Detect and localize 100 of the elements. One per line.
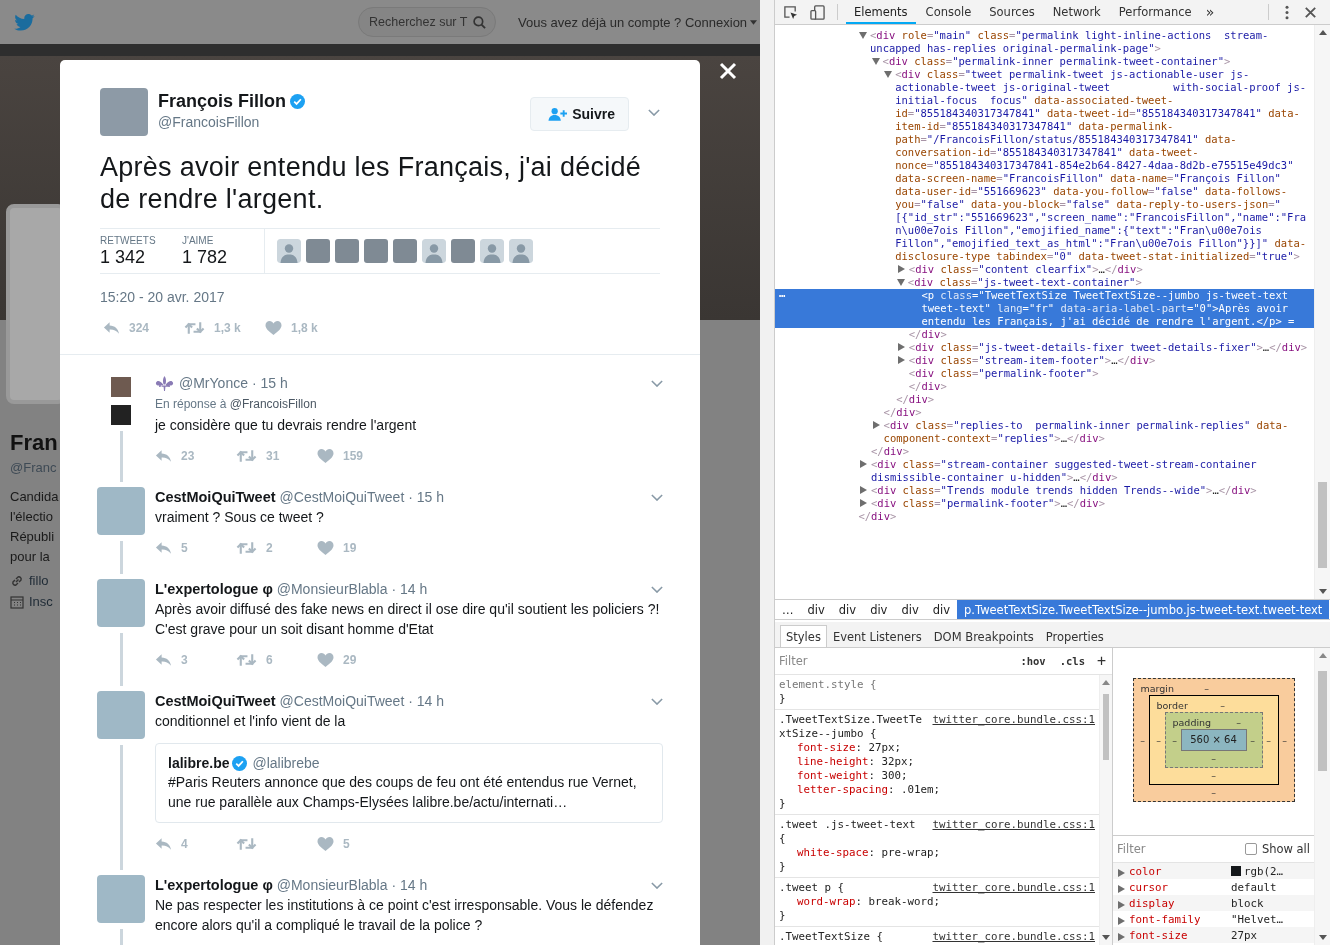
css-property-value[interactable]: : 300; [868, 769, 908, 782]
dom-node-line[interactable]: <div class="permalink-footer"> [775, 367, 1314, 380]
user-silhouette-icon[interactable] [422, 239, 446, 263]
user-handle[interactable]: @CestMoiQuiTweet [279, 693, 405, 709]
dom-node-line[interactable]: <div role="main" class="permalink light-inline-actions stream-uncapped has-replies original-permalink-page"> [775, 29, 1314, 55]
reply-icon[interactable] [103, 321, 120, 335]
tweet-time[interactable]: · 14 h [408, 693, 445, 709]
user-name[interactable]: L'expertologue φ [155, 877, 273, 893]
styles-filter-field[interactable]: Filter [779, 654, 1013, 668]
heart-icon[interactable] [317, 653, 334, 667]
user-photo-placeholder[interactable] [335, 239, 359, 263]
css-property-name[interactable]: white-space [797, 846, 869, 859]
user-name[interactable]: CestMoiQuiTweet [155, 489, 276, 505]
inspect-element-icon[interactable] [783, 4, 798, 20]
css-property-value[interactable]: : break-word; [855, 895, 941, 908]
stat-value[interactable]: 1 782 [182, 246, 264, 268]
color-swatch[interactable] [1231, 866, 1241, 876]
profile-website-link[interactable]: fillo [29, 573, 49, 588]
user-handle[interactable]: @MrYonce [179, 375, 248, 391]
dom-node-line[interactable]: <div class="tweet permalink-tweet js-actionable-user js-actionable-tweet js-original-tweet with-social-proof js-initial-focus focus" data-associated-tweet-id="855184340317347841" data-tweet-id="855184340317347841" data-item-id="855184340317347841" data-permalink-path="/FrancoisFillon/status/855184340317347841" data-conversation-id="855184340317347841" data-tweet-nonce="855184340317347841-854e2b64-8427-4daa-8d2b-e75515e49dc3" data-screen-name="FrancoisFillon" data-name="François Fillon" data-user-id="551669623" data-you-follow="false" data-follows-you="false" data-you-block="false" data-reply-to-users-json="[{"id_str":"551669623","screen_name":"FrancoisFillon","name":"Fran\u00e7ois Fillon","emojified_name":{"text":"Fran\u00e7ois Fillon","emojified_text_as_html":"Fran\u00e7ois Fillon"}}]" data-disclosure-type tabindex="0" data-tweet-stat-initialized="true"> [775, 68, 1314, 263]
breadcrumb-item[interactable]: p.TweetTextSize.TweetTextSize--jumbo.js-tweet-text.tweet-text [957, 600, 1330, 619]
more-tabs-button[interactable]: » [1199, 4, 1221, 20]
class-toggle[interactable]: .cls [1053, 655, 1091, 667]
scroll-down-arrow-icon[interactable] [1102, 935, 1110, 940]
scroll-thumb[interactable] [1318, 671, 1327, 771]
quoted-tweet-card[interactable]: lalibre.be @lalibrebe #Paris Reuters annonce que des coups de feu ont été entendus rue Vernet, une rue parallèle aux Champs-Elysées lalibre.be/actu/internati… [155, 743, 663, 823]
css-property-name[interactable]: line-height [797, 755, 869, 768]
expand-triangle-icon[interactable] [897, 356, 905, 364]
computed-property-name[interactable]: cursor [1129, 880, 1231, 894]
stylesheet-source-link[interactable]: twitter_core.bundle.css:1 [932, 818, 1095, 832]
sidebar-tab[interactable]: DOM Breakpoints [927, 625, 1040, 647]
chevron-down-icon[interactable] [648, 109, 660, 116]
chevron-down-icon[interactable] [651, 379, 663, 387]
scroll-up-arrow-icon[interactable] [1318, 653, 1327, 658]
scrollbar[interactable] [1314, 25, 1330, 599]
breadcrumb-item[interactable]: … [775, 600, 801, 619]
dom-node-line[interactable]: <div class="stream-item-footer">…</div> [775, 354, 1314, 367]
scroll-thumb[interactable] [1103, 694, 1109, 760]
retweet-icon[interactable] [184, 321, 205, 335]
search-field[interactable]: Recherchez sur T [358, 7, 496, 37]
sidebar-tab[interactable]: Properties [1039, 625, 1110, 647]
reply-icon[interactable] [155, 541, 172, 555]
user-silhouette-icon[interactable] [480, 239, 504, 263]
user-handle[interactable]: @CestMoiQuiTweet [279, 489, 405, 505]
login-dropdown[interactable]: Vous avez déjà un compte ? Connexion [518, 14, 758, 30]
reply-icon[interactable] [155, 653, 172, 667]
follow-button[interactable]: Suivre [530, 97, 629, 131]
stat-value[interactable]: 1 342 [100, 246, 182, 268]
author-handle[interactable]: @FrancoisFillon [158, 114, 531, 130]
scroll-up-arrow-icon[interactable] [1318, 30, 1327, 35]
dom-node-line[interactable]: <div class="content clearfix">…</div> [775, 263, 1314, 276]
chevron-down-icon[interactable] [651, 697, 663, 705]
scrollbar[interactable] [1314, 648, 1330, 945]
tweet-time[interactable]: · 15 h [251, 375, 288, 391]
devtools-tab[interactable]: Console [917, 0, 980, 24]
computed-property-name[interactable]: display [1129, 896, 1231, 910]
collapse-triangle-icon[interactable] [884, 71, 893, 78]
dom-node-line[interactable]: <div class="js-tweet-details-fixer tweet-details-fixer">…</div> [775, 341, 1314, 354]
stylesheet-source-link[interactable]: twitter_core.bundle.css:1 [932, 713, 1095, 727]
heart-icon[interactable] [265, 321, 282, 335]
user-silhouette-icon[interactable] [509, 239, 533, 263]
collapse-triangle-icon[interactable] [871, 58, 880, 65]
css-property-value[interactable]: : .01em; [888, 783, 941, 796]
user-handle[interactable]: @MonsieurBlabla [276, 581, 388, 597]
kebab-menu-icon[interactable] [1285, 4, 1289, 20]
reply-icon[interactable] [155, 837, 172, 851]
breadcrumb-item[interactable]: div [800, 600, 832, 619]
close-icon[interactable] [719, 62, 737, 80]
tweet-time[interactable]: · 15 h [408, 489, 445, 505]
bird-logo-icon[interactable] [14, 13, 35, 31]
user-name[interactable]: L'expertologue φ [155, 581, 273, 597]
retweet-icon[interactable] [236, 541, 257, 555]
heart-icon[interactable] [317, 449, 334, 463]
breadcrumb-item[interactable]: div [925, 600, 958, 619]
breadcrumb-item[interactable]: div [894, 600, 926, 619]
devtools-tab[interactable]: Network [1044, 0, 1109, 24]
collapse-triangle-icon[interactable] [859, 32, 867, 39]
retweet-icon[interactable] [236, 653, 257, 667]
hover-state-toggle[interactable]: :hov [1014, 655, 1052, 667]
tweet-time[interactable]: · 14 h [391, 581, 428, 597]
author-name[interactable]: François Fillon [158, 91, 286, 112]
scrollbar[interactable] [1099, 675, 1112, 945]
scroll-up-arrow-icon[interactable] [1102, 680, 1110, 685]
computed-property-name[interactable]: font-size [1129, 928, 1231, 942]
retweet-icon[interactable] [236, 449, 257, 463]
scroll-thumb[interactable] [1318, 482, 1327, 568]
dom-node-line[interactable]: <div class="permalink-footer">…</div> [775, 497, 1314, 510]
expand-triangle-icon[interactable] [897, 343, 905, 351]
show-all-checkbox[interactable] [1244, 843, 1257, 855]
computed-property-name[interactable]: font-family [1129, 912, 1231, 926]
user-photo-placeholder[interactable] [393, 239, 417, 263]
retweet-icon[interactable] [236, 837, 257, 851]
expand-triangle-icon[interactable] [872, 421, 880, 429]
css-property-value[interactable]: : pre-wrap; [868, 846, 941, 859]
computed-filter-field[interactable]: Filter [1117, 842, 1245, 856]
chevron-down-icon[interactable] [651, 493, 663, 501]
css-property-value[interactable]: : 27px; [855, 741, 902, 754]
user-photo-placeholder[interactable] [451, 239, 475, 263]
scroll-down-arrow-icon[interactable] [1318, 935, 1327, 940]
heart-icon[interactable] [317, 541, 334, 555]
